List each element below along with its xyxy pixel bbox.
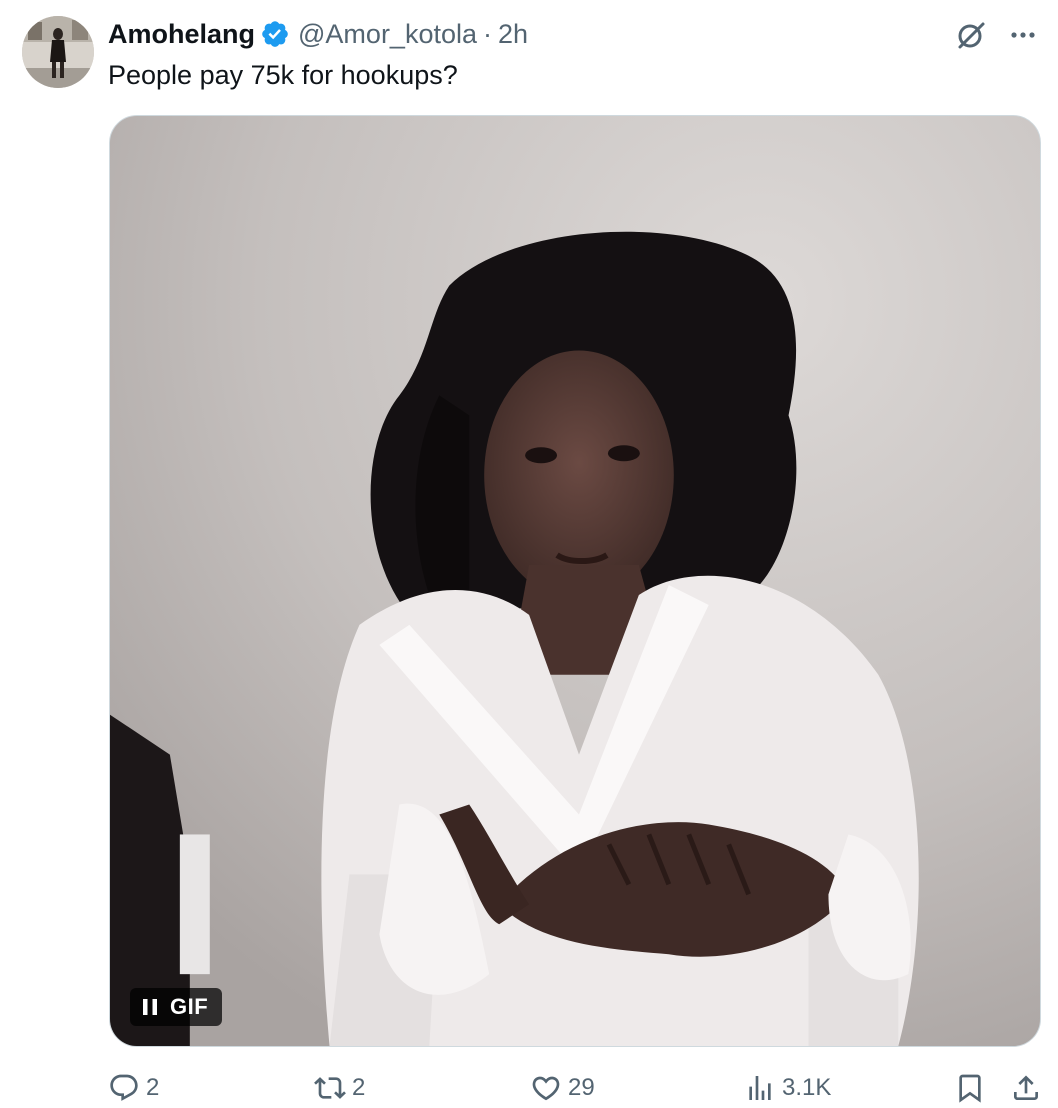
gif-media[interactable]: GIF xyxy=(109,115,1041,1047)
grok-icon[interactable] xyxy=(954,18,988,52)
handle[interactable]: @Amor_kotola xyxy=(298,19,477,50)
views-count: 3.1K xyxy=(782,1074,832,1101)
pause-icon[interactable] xyxy=(140,997,160,1017)
separator-dot: · xyxy=(483,18,492,49)
timestamp[interactable]: 2h xyxy=(498,19,528,50)
views-icon xyxy=(749,1076,771,1100)
display-name[interactable]: Amohelang xyxy=(108,19,255,50)
repost-count: 2 xyxy=(352,1074,366,1101)
avatar[interactable] xyxy=(22,16,94,88)
bookmark-icon xyxy=(959,1074,981,1103)
repost-icon xyxy=(314,1077,346,1099)
avatar-image xyxy=(22,16,94,88)
tweet[interactable]: Amohelang @Amor_kotola · 2h People pay 7 xyxy=(0,0,1058,1108)
verified-badge-icon[interactable] xyxy=(260,19,290,49)
bookmark-button[interactable] xyxy=(954,1066,986,1108)
gif-controls[interactable]: GIF xyxy=(130,988,223,1026)
gif-image xyxy=(110,116,1040,1046)
reply-icon xyxy=(110,1074,138,1101)
reply-count: 2 xyxy=(146,1074,160,1101)
gif-badge: GIF xyxy=(170,994,209,1019)
more-icon[interactable] xyxy=(1008,20,1038,50)
like-count: 29 xyxy=(568,1074,595,1101)
share-button[interactable] xyxy=(1010,1066,1042,1108)
reply-button[interactable]: 2 xyxy=(108,1066,159,1108)
tweet-action-bar: 2 2 29 3.1K xyxy=(108,1066,1040,1108)
tweet-text: People pay 75k for hookups? xyxy=(108,60,458,90)
heart-icon xyxy=(532,1076,560,1101)
repost-button[interactable]: 2 xyxy=(314,1066,365,1108)
tweet-header: Amohelang @Amor_kotola · 2h xyxy=(108,14,528,54)
like-button[interactable]: 29 xyxy=(530,1066,595,1108)
views-button[interactable]: 3.1K xyxy=(744,1066,831,1108)
tweet-top-actions xyxy=(954,18,1038,52)
share-icon xyxy=(1014,1075,1038,1100)
